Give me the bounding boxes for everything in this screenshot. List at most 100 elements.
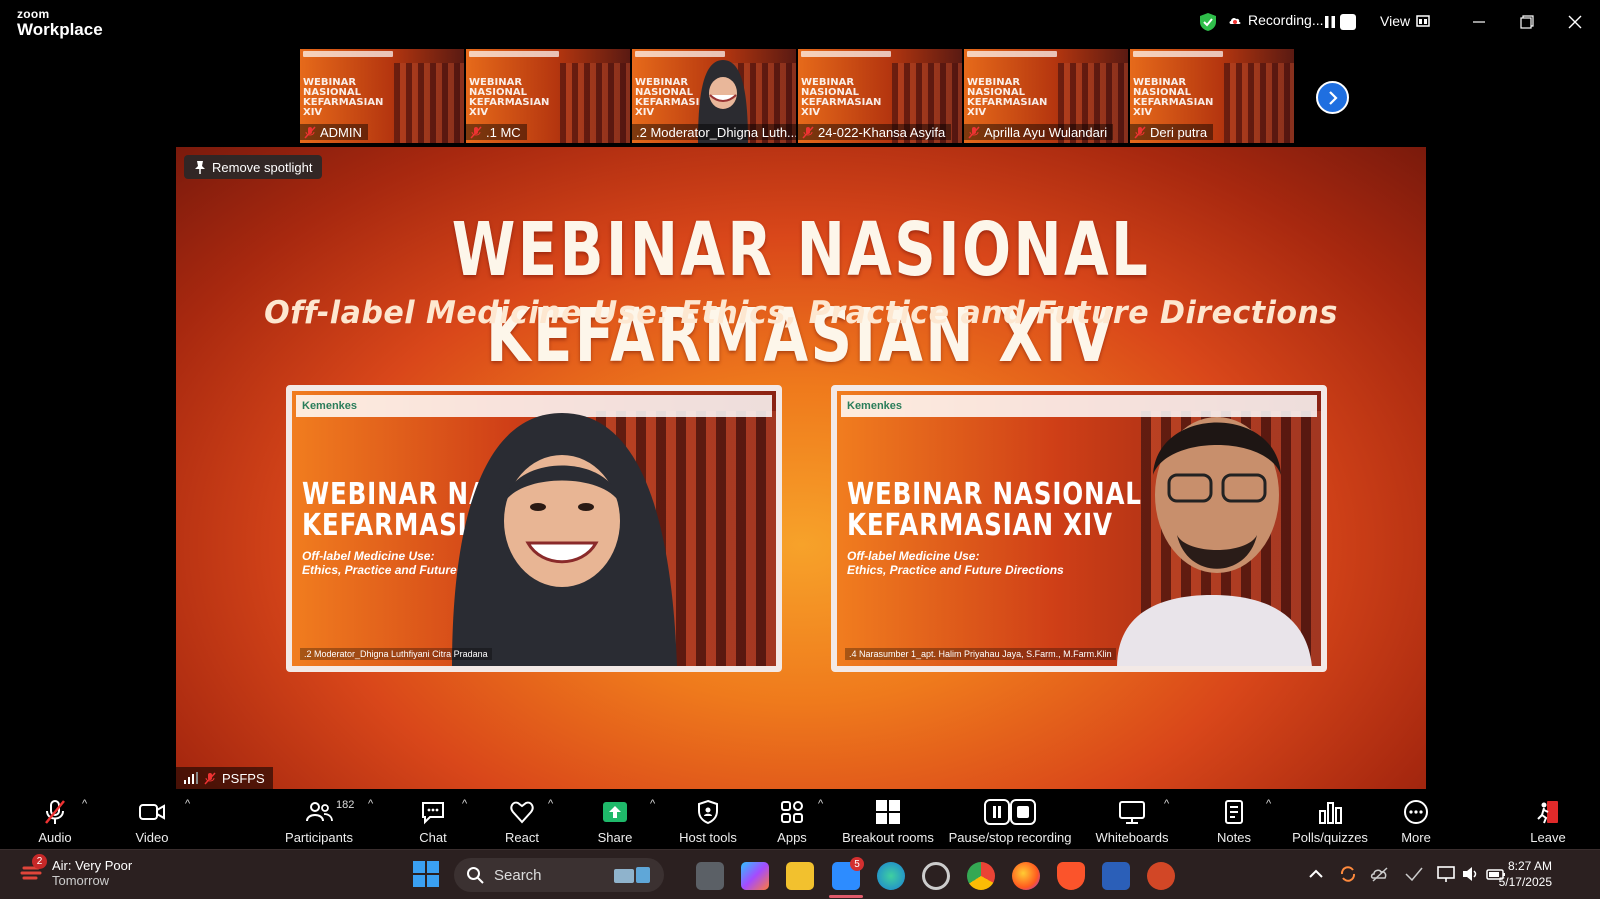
polls-bar-chart-icon	[1319, 802, 1342, 824]
minimize-icon	[1473, 21, 1485, 23]
task-view-icon[interactable]	[696, 862, 724, 890]
share-options-caret[interactable]: ^	[650, 798, 655, 810]
panel-subtitle: Off-label Medicine Use: Ethics, Practice…	[302, 549, 457, 577]
pause-stop-recording-label: Pause/stop recording	[948, 830, 1072, 845]
close-button[interactable]	[1562, 10, 1588, 34]
react-options-caret[interactable]: ^	[548, 798, 553, 810]
muted-mic-icon	[470, 125, 482, 139]
chrome-icon[interactable]	[967, 862, 995, 890]
reaction-heart-icon	[510, 801, 534, 824]
restore-button[interactable]	[1514, 10, 1540, 34]
participant-thumbnail[interactable]: WEBINAR NASIONAL KEFARMASIAN XIV .2 Mode…	[632, 49, 796, 143]
apps-icon	[781, 801, 803, 823]
notes-button[interactable]: Notes	[1212, 789, 1256, 849]
sync-icon[interactable]	[1338, 864, 1358, 884]
apps-button[interactable]: Apps	[770, 789, 814, 849]
audio-button[interactable]: Audio	[34, 789, 76, 849]
participant-name: Deri putra	[1150, 124, 1208, 140]
weather-widget[interactable]: 2 Air: Very Poor Tomorrow	[20, 854, 132, 888]
panel-subtitle-line2: Ethics, Practice and Future	[302, 563, 457, 577]
panel-participant-name: .2 Moderator_Dhigna Luthfiyani Citra Pra…	[300, 648, 492, 660]
powerpoint-icon[interactable]	[1147, 862, 1175, 890]
pause-recording-button[interactable]	[1320, 12, 1340, 32]
participant-thumbnail[interactable]: WEBINAR NASIONAL KEFARMASIAN XIV Deri pu…	[1130, 49, 1294, 143]
thumbnail-slide-title: WEBINAR NASIONAL KEFARMASIAN XIV	[801, 77, 882, 118]
spotlight-name-tag: PSFPS	[176, 767, 273, 789]
spotlight-participant-name: PSFPS	[222, 770, 265, 786]
participant-name: Aprilla Ayu Wulandari	[984, 124, 1108, 140]
speaker-volume-icon[interactable]	[1460, 864, 1480, 884]
view-menu-button[interactable]: View	[1380, 13, 1430, 29]
participant-name: .2 Moderator_Dhigna Luth...	[636, 124, 796, 140]
onedrive-off-icon[interactable]	[1370, 864, 1390, 884]
view-label: View	[1380, 13, 1411, 29]
apps-options-caret[interactable]: ^	[818, 798, 823, 810]
participants-count: 182	[336, 799, 355, 811]
system-clock[interactable]: 8:27 AM 5/17/2025	[1499, 858, 1552, 890]
search-highlight-icon	[614, 867, 650, 883]
zoom-app-icon[interactable]: 5	[832, 857, 864, 890]
share-button[interactable]: Share	[590, 789, 640, 849]
react-button[interactable]: React	[498, 789, 546, 849]
participant-name-tag: .1 MC	[466, 124, 527, 140]
building-graphic	[394, 63, 464, 143]
polls-quizzes-label: Polls/quizzes	[1292, 830, 1368, 845]
polls-quizzes-button[interactable]: Polls/quizzes	[1290, 789, 1370, 849]
chat-button[interactable]: Chat	[410, 789, 456, 849]
whiteboards-label: Whiteboards	[1095, 830, 1169, 845]
edge-browser-icon[interactable]	[877, 862, 905, 890]
breakout-rooms-label: Breakout rooms	[842, 830, 934, 845]
participant-thumbnail[interactable]: WEBINAR NASIONAL KEFARMASIAN XIV Aprilla…	[964, 49, 1128, 143]
next-page-button[interactable]	[1316, 81, 1349, 114]
network-icon[interactable]	[1404, 864, 1424, 884]
panel-participant-name: .4 Narasumber 1_apt. Halim Priyahau Jaya…	[845, 648, 1116, 660]
air-quality-icon: 2	[20, 854, 47, 886]
chevron-up-icon[interactable]	[1306, 864, 1326, 884]
participant-thumbnail[interactable]: WEBINAR NASIONAL KEFARMASIAN XIV ADMIN	[300, 49, 464, 143]
breakout-rooms-button[interactable]: Breakout rooms	[840, 789, 936, 849]
participant-thumbnail[interactable]: WEBINAR NASIONAL KEFARMASIAN XIV 24-022-…	[798, 49, 962, 143]
participant-thumbnail[interactable]: WEBINAR NASIONAL KEFARMASIAN XIV .1 MC	[466, 49, 630, 143]
grid-view-icon	[1416, 15, 1430, 27]
taskbar-search-box[interactable]: Search	[454, 858, 664, 892]
host-tools-button[interactable]: Host tools	[676, 789, 740, 849]
notes-options-caret[interactable]: ^	[1266, 798, 1271, 810]
leave-button[interactable]: Leave	[1526, 789, 1570, 849]
video-camera-icon	[139, 804, 165, 820]
participants-button[interactable]: Participants	[284, 789, 354, 849]
copilot-icon[interactable]	[741, 862, 769, 890]
video-button[interactable]: Video	[130, 789, 174, 849]
zoom-window: zoom Workplace Recording... View WEBINAR…	[0, 0, 1600, 899]
app-circle-icon[interactable]	[922, 862, 950, 890]
more-label: More	[1401, 830, 1431, 845]
muted-microphone-icon	[45, 800, 65, 824]
remove-spotlight-button[interactable]: Remove spotlight	[184, 155, 323, 179]
stop-recording-button[interactable]	[1340, 14, 1356, 30]
encryption-shield-icon[interactable]	[1198, 12, 1218, 32]
chevron-right-icon	[1328, 90, 1338, 105]
display-icon[interactable]	[1436, 864, 1456, 884]
audio-options-caret[interactable]: ^	[82, 798, 87, 810]
brave-browser-icon[interactable]	[1057, 862, 1085, 890]
pause-stop-recording-button[interactable]: Pause/stop recording	[948, 789, 1072, 849]
participants-options-caret[interactable]: ^	[368, 798, 373, 810]
thumbnail-slide-title: WEBINAR NASIONAL KEFARMASIAN XIV	[967, 77, 1048, 118]
react-label: React	[505, 830, 539, 845]
video-options-caret[interactable]: ^	[185, 798, 190, 810]
word-icon[interactable]	[1102, 862, 1130, 890]
participant-name-tag: Aprilla Ayu Wulandari	[964, 124, 1114, 140]
firefox-icon[interactable]	[1012, 862, 1040, 890]
meeting-toolbar: Audio ^ Video ^ Participants 182 ^ Chat …	[0, 789, 1600, 849]
building-graphic	[560, 63, 630, 143]
recording-indicator[interactable]: Recording...	[1228, 12, 1323, 28]
whiteboards-options-caret[interactable]: ^	[1164, 798, 1169, 810]
panel-subtitle-line1: Off-label Medicine Use:	[302, 549, 435, 563]
minimize-button[interactable]	[1466, 10, 1492, 34]
windows-start-icon[interactable]	[412, 860, 440, 888]
thumbnail-slide-title: WEBINAR NASIONAL KEFARMASIAN XIV	[303, 77, 384, 118]
whiteboard-icon	[1119, 801, 1145, 824]
chat-options-caret[interactable]: ^	[462, 798, 467, 810]
more-button[interactable]: More	[1394, 789, 1438, 849]
file-explorer-icon[interactable]	[786, 862, 814, 890]
whiteboards-button[interactable]: Whiteboards	[1092, 789, 1172, 849]
